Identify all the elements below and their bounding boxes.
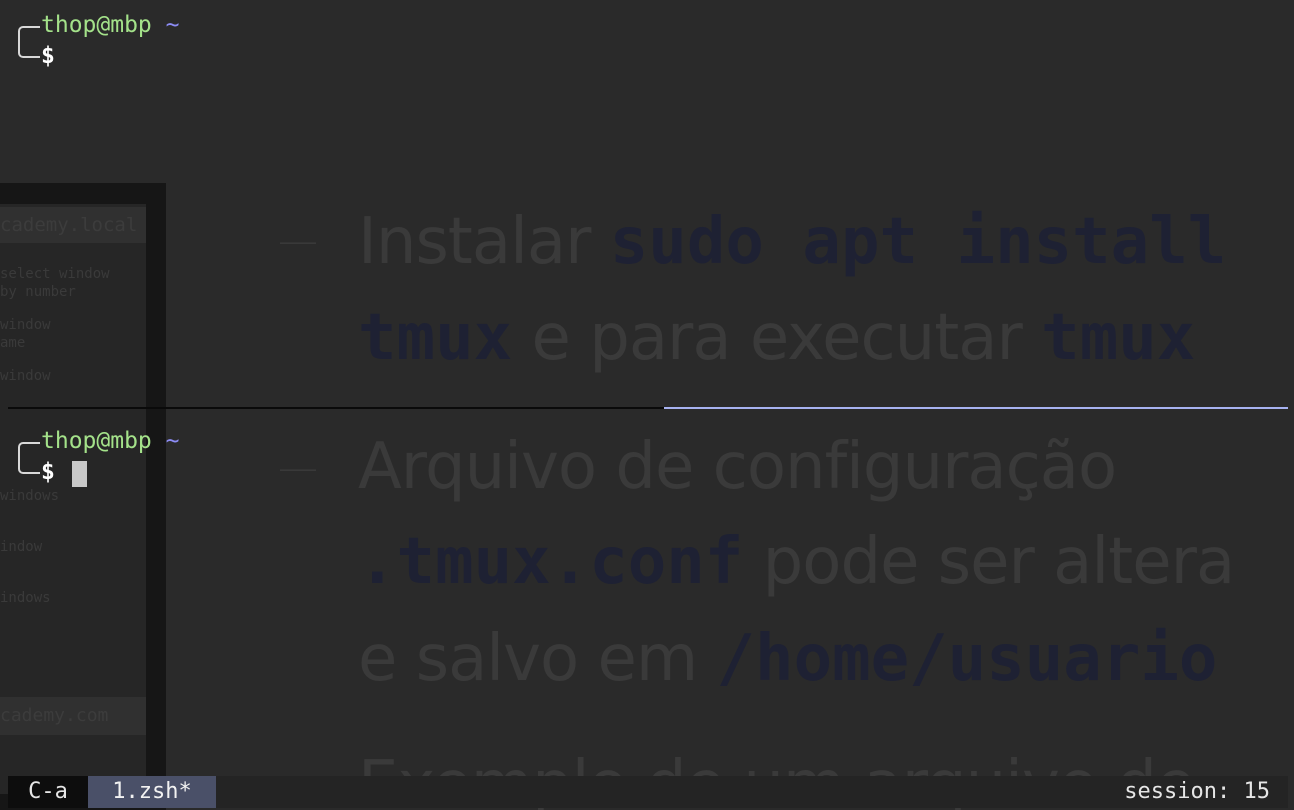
prompt-line: thop@mbp ~: [8, 10, 1288, 41]
tmux-pane-top[interactable]: thop@mbp ~ $: [8, 10, 1288, 406]
prompt-directory: ~: [165, 12, 180, 38]
prompt-directory: ~: [165, 428, 180, 454]
tmux-pane-bottom[interactable]: thop@mbp ~ $: [8, 426, 1288, 772]
prefix-key-indicator: C-a: [8, 776, 88, 808]
tmux-status-bar: C-a 1.zsh* session: 15: [8, 776, 1288, 808]
text-cursor[interactable]: [72, 461, 87, 487]
prompt-symbol: $: [41, 459, 55, 485]
terminal-window: cademy.local select window by number win…: [0, 0, 1294, 810]
prompt-user-host: thop@mbp ~: [41, 12, 180, 38]
window-tab[interactable]: 1.zsh*: [88, 776, 216, 808]
session-indicator: session: 15: [1124, 779, 1270, 804]
pane-separator[interactable]: [8, 407, 664, 409]
pane-separator-active[interactable]: [664, 407, 1288, 409]
prompt-line: thop@mbp ~: [8, 426, 1288, 457]
prompt-symbol: $: [41, 43, 55, 69]
prompt-user-host: thop@mbp ~: [41, 428, 180, 454]
